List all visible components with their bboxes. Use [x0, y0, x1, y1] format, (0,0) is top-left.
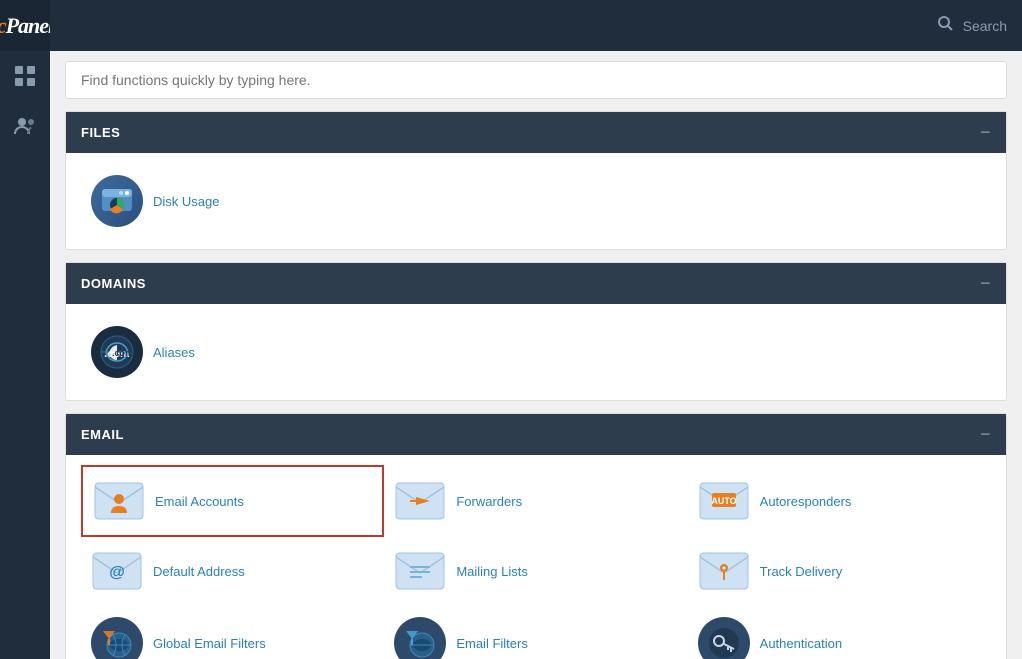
track-delivery-item[interactable]: Track Delivery — [688, 537, 991, 605]
domains-body: .com .com Aliases — [66, 304, 1006, 400]
main-area: Search FILES − — [50, 0, 1022, 659]
track-delivery-icon — [698, 549, 750, 593]
topbar-search-label: Search — [963, 18, 1007, 34]
mailing-lists-icon — [394, 549, 446, 593]
email-collapse-icon[interactable]: − — [980, 424, 991, 445]
global-email-filters-icon — [91, 617, 143, 659]
aliases-item[interactable]: .com .com Aliases — [81, 314, 991, 390]
autoresponders-item[interactable]: AUTO Autoresponders — [688, 465, 991, 537]
default-address-icon: @ — [91, 549, 143, 593]
email-filters-item[interactable]: Email Filters — [384, 605, 687, 659]
sidebar-logo: cPanel — [0, 0, 50, 51]
default-address-item[interactable]: @ Default Address — [81, 537, 384, 605]
files-collapse-icon[interactable]: − — [980, 122, 991, 143]
svg-text:.com: .com — [112, 348, 133, 358]
autoresponders-label: Autoresponders — [760, 494, 852, 509]
authentication-label: Authentication — [760, 636, 842, 651]
email-body: Email Accounts — [66, 455, 1006, 659]
svg-text:AUTO: AUTO — [711, 496, 736, 506]
domains-section: DOMAINS − .com — [65, 262, 1007, 401]
aliases-label: Aliases — [153, 345, 195, 360]
forwarders-item[interactable]: Forwarders — [384, 465, 687, 537]
files-title: FILES — [81, 125, 120, 140]
domains-title: DOMAINS — [81, 276, 146, 291]
domains-collapse-icon[interactable]: − — [980, 273, 991, 294]
default-address-label: Default Address — [153, 564, 245, 579]
forwarders-label: Forwarders — [456, 494, 522, 509]
email-header: EMAIL − — [66, 414, 1006, 455]
cpanel-logo-text: cPanel — [0, 13, 53, 39]
users-icon — [14, 115, 36, 137]
mailing-lists-label: Mailing Lists — [456, 564, 528, 579]
disk-usage-item[interactable]: Disk Usage — [81, 163, 991, 239]
email-title: EMAIL — [81, 427, 124, 442]
domains-header: DOMAINS − — [66, 263, 1006, 304]
global-email-filters-label: Global Email Filters — [153, 636, 266, 651]
email-section: EMAIL − — [65, 413, 1007, 659]
forwarders-icon — [394, 479, 446, 523]
disk-usage-label: Disk Usage — [153, 194, 219, 209]
authentication-icon — [698, 617, 750, 659]
mailing-lists-item[interactable]: Mailing Lists — [384, 537, 687, 605]
authentication-item[interactable]: Authentication — [688, 605, 991, 659]
email-accounts-icon — [93, 479, 145, 523]
grid-icon — [14, 65, 36, 87]
email-accounts-item[interactable]: Email Accounts — [81, 465, 384, 537]
files-body: Disk Usage — [66, 153, 1006, 249]
email-accounts-label: Email Accounts — [155, 494, 244, 509]
track-delivery-label: Track Delivery — [760, 564, 843, 579]
topbar: Search — [50, 0, 1022, 51]
global-email-filters-item[interactable]: Global Email Filters — [81, 605, 384, 659]
files-header: FILES − — [66, 112, 1006, 153]
email-filters-icon — [394, 617, 446, 659]
email-grid: Email Accounts — [81, 465, 991, 659]
sidebar-item-grid[interactable] — [0, 51, 50, 101]
sidebar: cPanel — [0, 0, 50, 659]
topbar-search-icon — [937, 15, 953, 36]
autoresponders-icon: AUTO — [698, 479, 750, 523]
svg-text:@: @ — [109, 564, 125, 581]
search-input[interactable] — [65, 61, 1007, 99]
email-filters-label: Email Filters — [456, 636, 528, 651]
sidebar-item-users[interactable] — [0, 101, 50, 151]
files-section: FILES − — [65, 111, 1007, 250]
aliases-icon: .com .com — [91, 326, 143, 378]
disk-usage-icon — [91, 175, 143, 227]
content-area: FILES − — [50, 51, 1022, 659]
